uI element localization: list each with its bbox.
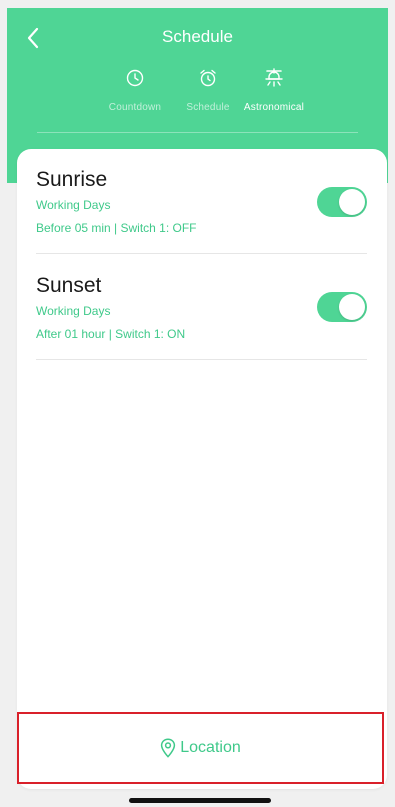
divider [36,359,367,360]
schedule-list-card: Sunrise Working Days Before 05 min | Swi… [17,149,387,789]
list-item-sunset[interactable]: Sunset Working Days After 01 hour | Swit… [36,274,367,360]
tab-countdown[interactable]: Countdown [95,68,175,113]
page-title: Schedule [162,27,233,46]
tab-label: Astronomical [243,102,305,113]
toggle-knob [339,189,365,215]
tab-label: Countdown [108,102,162,113]
app-screen: Schedule Countdown Schedule Astronomical… [0,0,395,807]
list-item-sunrise[interactable]: Sunrise Working Days Before 05 min | Swi… [36,168,367,254]
item-detail: Before 05 min | Switch 1: OFF [36,221,197,235]
location-button[interactable]: Location [17,712,384,784]
item-title: Sunrise [36,168,108,191]
tab-astronomical[interactable]: Astronomical [234,68,314,113]
divider [36,253,367,254]
home-indicator[interactable] [129,798,271,803]
header-divider [37,132,358,133]
sunrise-toggle[interactable] [317,187,367,217]
sunrise-icon [265,68,283,87]
alarm-clock-icon [200,69,216,87]
item-title: Sunset [36,274,102,297]
sunset-toggle[interactable] [317,292,367,322]
location-label: Location [180,739,241,756]
item-detail: After 01 hour | Switch 1: ON [36,327,186,341]
location-pin-icon [161,738,176,758]
clock-icon [126,69,144,87]
toggle-knob [339,294,365,320]
